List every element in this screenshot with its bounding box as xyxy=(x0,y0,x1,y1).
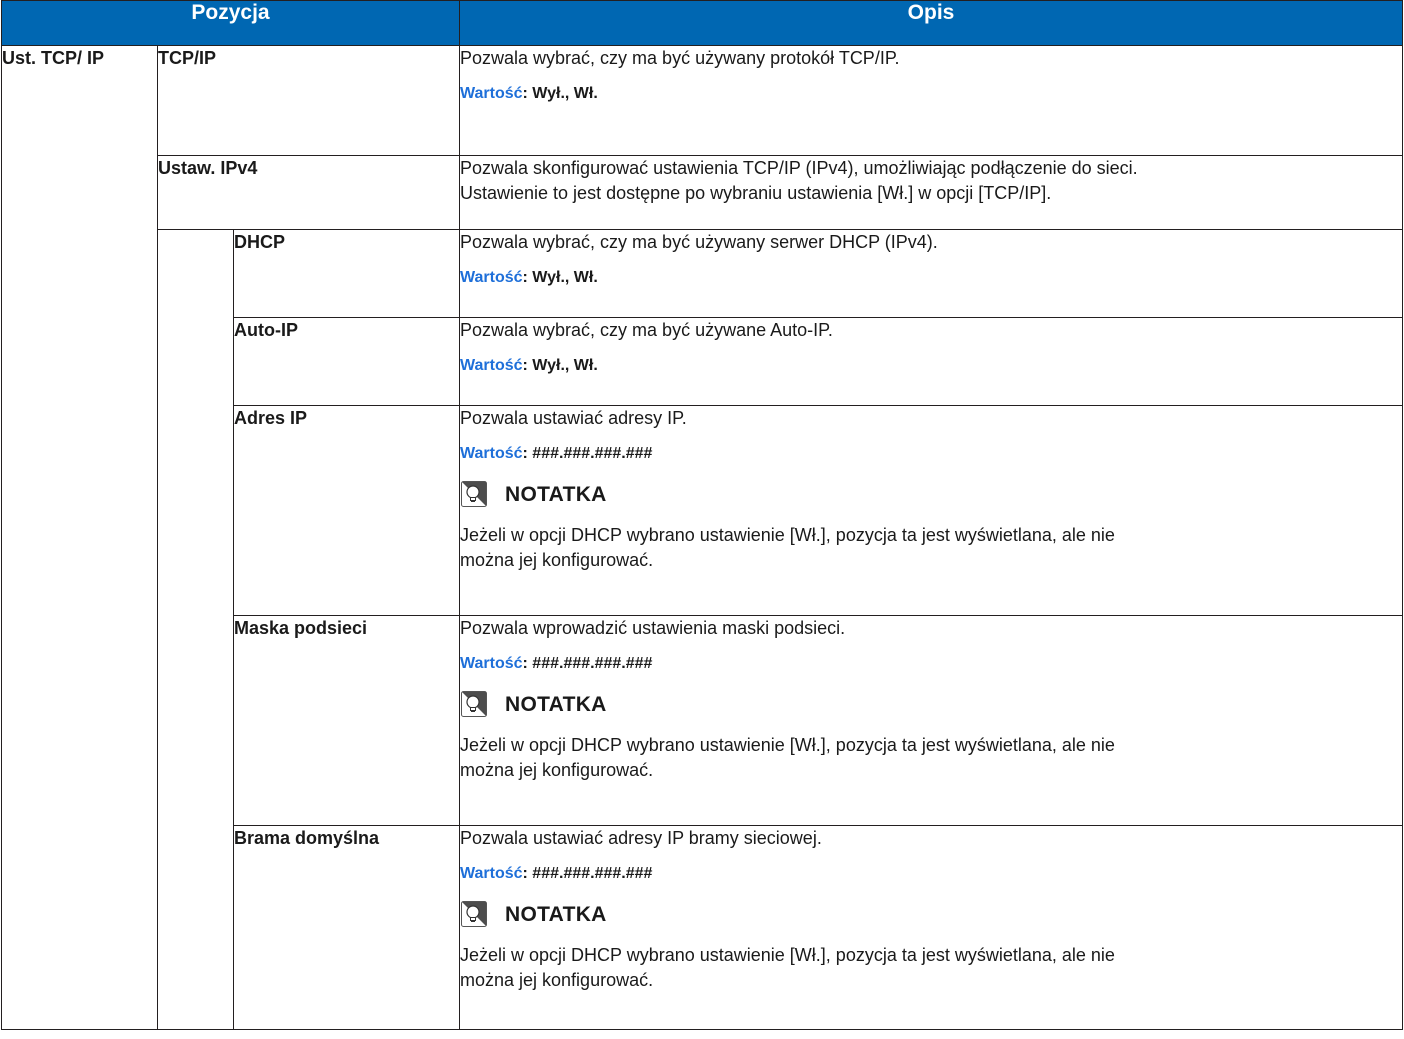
value-line: Wartość: Wył., Wł. xyxy=(460,83,1402,105)
value-label: Wartość xyxy=(460,357,523,374)
row-description: Pozwala wybrać, czy ma być używane Auto-… xyxy=(459,317,1403,406)
value-line: Wartość: Wył., Wł. xyxy=(460,355,1402,377)
description-line: Pozwala wybrać, czy ma być używane Auto-… xyxy=(460,320,833,340)
value-label: Wartość xyxy=(460,865,523,882)
note-heading: NOTATKA xyxy=(460,899,1402,929)
header-description: Opis xyxy=(459,0,1403,46)
description-line: Pozwala ustawiać adresy IP bramy sieciow… xyxy=(460,828,822,848)
row-label: TCP/IP xyxy=(157,45,460,156)
header-item: Pozycja xyxy=(1,0,460,46)
settings-table: Pozycja Opis Ust. TCP/ IP TCP/IP Pozwala… xyxy=(1,0,1403,1030)
row-label: Adres IP xyxy=(233,405,460,616)
value-text: : Wył., Wł. xyxy=(522,357,598,374)
value-line: Wartość: ###.###.###.### xyxy=(460,653,1402,675)
description-line: Pozwala wybrać, czy ma być używany serwe… xyxy=(460,232,938,252)
note-line: można jej konfigurować. xyxy=(460,760,654,780)
lightbulb-note-icon xyxy=(461,901,487,927)
group-label: Ust. TCP/ IP xyxy=(1,45,158,1030)
row-label: Maska podsieci xyxy=(233,615,460,826)
row-label: Brama domyślna xyxy=(233,825,460,1030)
value-label: Wartość xyxy=(460,655,523,672)
value-text: : ###.###.###.### xyxy=(522,865,653,882)
note-text: Jeżeli w opcji DHCP wybrano ustawienie [… xyxy=(460,733,1402,783)
description-line: Pozwala skonfigurować ustawienia TCP/IP … xyxy=(460,158,1138,178)
value-line: Wartość: ###.###.###.### xyxy=(460,443,1402,465)
value-text: : ###.###.###.### xyxy=(522,445,653,462)
value-text: : ###.###.###.### xyxy=(522,655,653,672)
table-row: DHCP Pozwala wybrać, czy ma być używany … xyxy=(2,229,1403,1030)
lightbulb-note-icon xyxy=(461,691,487,717)
value-line: Wartość: ###.###.###.### xyxy=(460,863,1402,885)
row-description: Pozwala ustawiać adresy IP. Wartość: ###… xyxy=(459,405,1403,616)
note-heading: NOTATKA xyxy=(460,689,1402,719)
description-line: Pozwala wprowadzić ustawienia maski pods… xyxy=(460,618,846,638)
row-description: Pozwala skonfigurować ustawienia TCP/IP … xyxy=(459,155,1403,230)
note-text: Jeżeli w opcji DHCP wybrano ustawienie [… xyxy=(460,523,1402,573)
table-header-row: Pozycja Opis xyxy=(1,0,1403,46)
note-line: Jeżeli w opcji DHCP wybrano ustawienie [… xyxy=(460,525,1115,545)
lightbulb-note-icon xyxy=(461,481,487,507)
note-line: można jej konfigurować. xyxy=(460,970,654,990)
note-title: NOTATKA xyxy=(505,482,607,506)
group-label-text: Ust. TCP/ IP xyxy=(2,48,105,68)
note-text: Jeżeli w opcji DHCP wybrano ustawienie [… xyxy=(460,943,1402,993)
row-description: Pozwala wybrać, czy ma być używany serwe… xyxy=(459,229,1403,318)
note-title: NOTATKA xyxy=(505,692,607,716)
note-line: można jej konfigurować. xyxy=(460,550,654,570)
row-description: Pozwala wprowadzić ustawienia maski pods… xyxy=(459,615,1403,826)
note-title: NOTATKA xyxy=(505,902,607,926)
value-label: Wartość xyxy=(460,85,523,102)
value-label: Wartość xyxy=(460,269,523,286)
description-line: Ustawienie to jest dostępne po wybraniu … xyxy=(460,183,1052,203)
value-text: : Wył., Wł. xyxy=(522,85,598,102)
row-label: DHCP xyxy=(233,229,460,318)
value-text: : Wył., Wł. xyxy=(522,269,598,286)
indent-cell xyxy=(157,229,234,1030)
description-line: Pozwala wybrać, czy ma być używany proto… xyxy=(460,48,900,68)
note-line: Jeżeli w opcji DHCP wybrano ustawienie [… xyxy=(460,945,1115,965)
row-label: Auto-IP xyxy=(233,317,460,406)
note-heading: NOTATKA xyxy=(460,479,1402,509)
table-row: Ust. TCP/ IP TCP/IP Pozwala wybrać, czy … xyxy=(1,45,1403,1030)
table-row: Ustaw. IPv4 Pozwala skonfigurować ustawi… xyxy=(2,155,1403,230)
value-line: Wartość: Wył., Wł. xyxy=(460,267,1402,289)
row-description: Pozwala ustawiać adresy IP bramy sieciow… xyxy=(459,825,1403,1030)
note-line: Jeżeli w opcji DHCP wybrano ustawienie [… xyxy=(460,735,1115,755)
value-label: Wartość xyxy=(460,445,523,462)
row-label: Ustaw. IPv4 xyxy=(157,155,460,230)
row-description: Pozwala wybrać, czy ma być używany proto… xyxy=(459,45,1403,156)
description-line: Pozwala ustawiać adresy IP. xyxy=(460,408,687,428)
